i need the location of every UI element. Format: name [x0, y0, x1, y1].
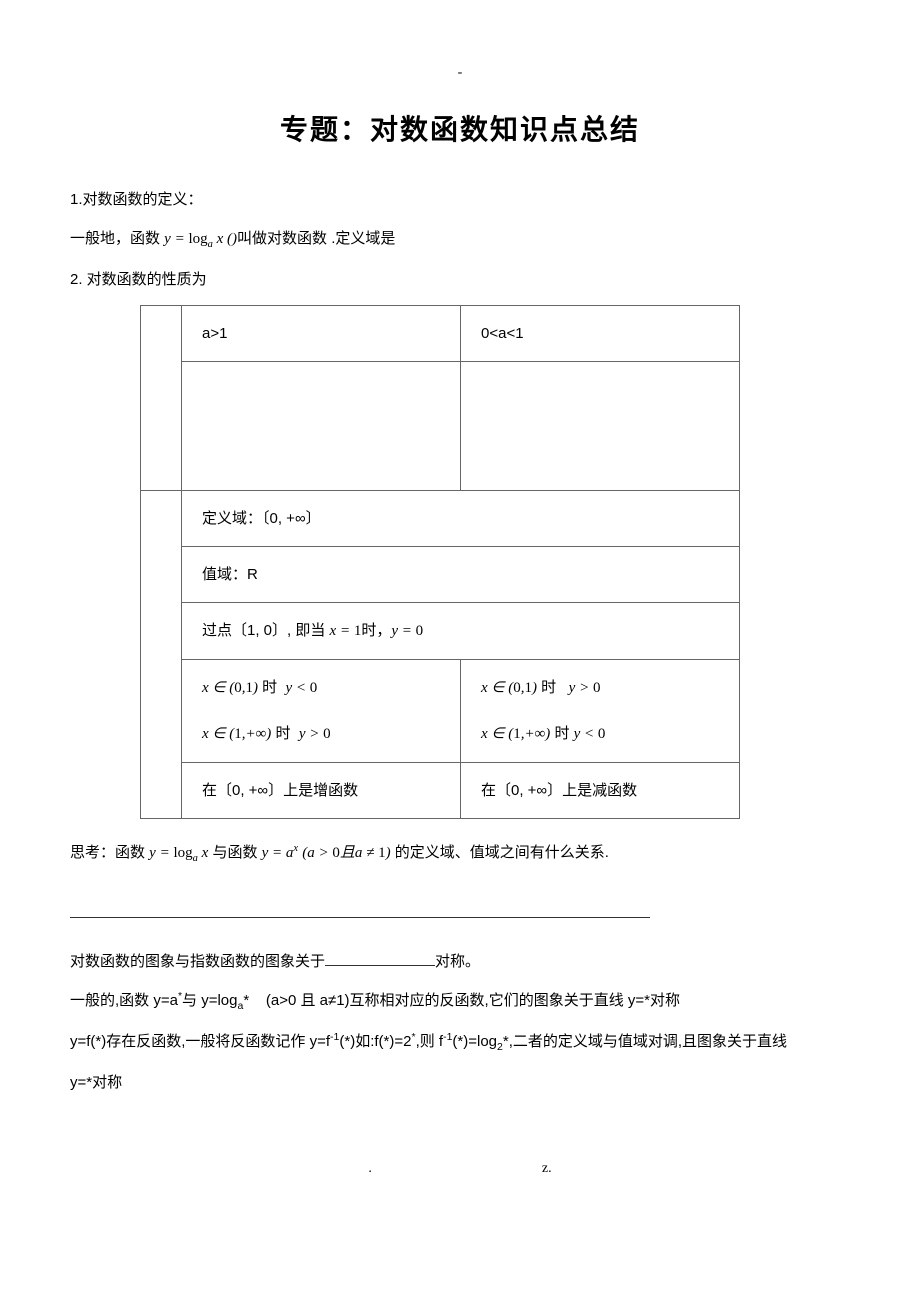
cell-range: 值域：R [182, 547, 740, 603]
properties-table: a>1 0<a<1 定义域：〔0, +∞〕 值域：R 过点〔1, 0〕, 即当 … [140, 305, 740, 819]
footer: . z. [70, 1156, 850, 1181]
symmetry-suffix: 对称。 [435, 953, 480, 970]
inverse-text-1: 一般的,函数 y=a*与 y=loga* (a>0 且 a≠1)互称相对应的反函… [70, 987, 850, 1016]
log-equation: y = loga x () [164, 231, 237, 247]
stub-cell-2 [141, 491, 182, 819]
cell-sign-left: x ∈ (0,1) 时 y < 0 x ∈ (1,+∞) 时 y > 0 [182, 660, 461, 763]
cell-decreasing: 在〔0, +∞〕上是减函数 [461, 763, 740, 819]
section-1-heading: 1.对数函数的定义： [70, 186, 850, 213]
cell-point: 过点〔1, 0〕, 即当 x = 1时，y = 0 [182, 603, 740, 660]
cell-a-gt-1: a>1 [182, 306, 461, 362]
symmetry-blank [325, 950, 435, 966]
graph-right [461, 362, 740, 491]
cell-a-lt-1: 0<a<1 [461, 306, 740, 362]
cell-sign-right: x ∈ (0,1) 时 y > 0 x ∈ (1,+∞) 时 y < 0 [461, 660, 740, 763]
definition-suffix: 叫做对数函数 .定义域是 [237, 230, 395, 247]
section-2-heading: 2. 对数函数的性质为 [70, 266, 850, 293]
symmetry-text: 对数函数的图象与指数函数的图象关于 对称。 [70, 948, 850, 975]
inverse-text-3: y=*对称 [70, 1069, 850, 1096]
footer-z: z. [542, 1156, 552, 1181]
footer-dot: . [368, 1156, 372, 1181]
table-row-header: a>1 0<a<1 [141, 306, 740, 362]
table-row-graph [141, 362, 740, 491]
table-row-sign: x ∈ (0,1) 时 y < 0 x ∈ (1,+∞) 时 y > 0 x ∈… [141, 660, 740, 763]
definition-prefix: 一般地，函数 [70, 230, 164, 247]
cell-domain: 定义域：〔0, +∞〕 [182, 491, 740, 547]
answer-blank-line [70, 899, 650, 918]
stub-cell [141, 306, 182, 491]
definition-text: 一般地，函数 y = loga x ()叫做对数函数 .定义域是 [70, 225, 850, 255]
table-row-mono: 在〔0, +∞〕上是增函数 在〔0, +∞〕上是减函数 [141, 763, 740, 819]
page-title: 专题：对数函数知识点总结 [70, 105, 850, 155]
graph-left [182, 362, 461, 491]
cell-increasing: 在〔0, +∞〕上是增函数 [182, 763, 461, 819]
inverse-text-2: y=f(*)存在反函数,一般将反函数记作 y=f-1(*)如:f(*)=2*,则… [70, 1028, 850, 1057]
table-row-range: 值域：R [141, 547, 740, 603]
symmetry-prefix: 对数函数的图象与指数函数的图象关于 [70, 953, 325, 970]
header-dash: - [70, 60, 850, 85]
table-row-domain: 定义域：〔0, +∞〕 [141, 491, 740, 547]
table-row-point: 过点〔1, 0〕, 即当 x = 1时，y = 0 [141, 603, 740, 660]
thinking-text: 思考：函数 y = loga x 与函数 y = ax (a > 0且a ≠ 1… [70, 839, 850, 869]
